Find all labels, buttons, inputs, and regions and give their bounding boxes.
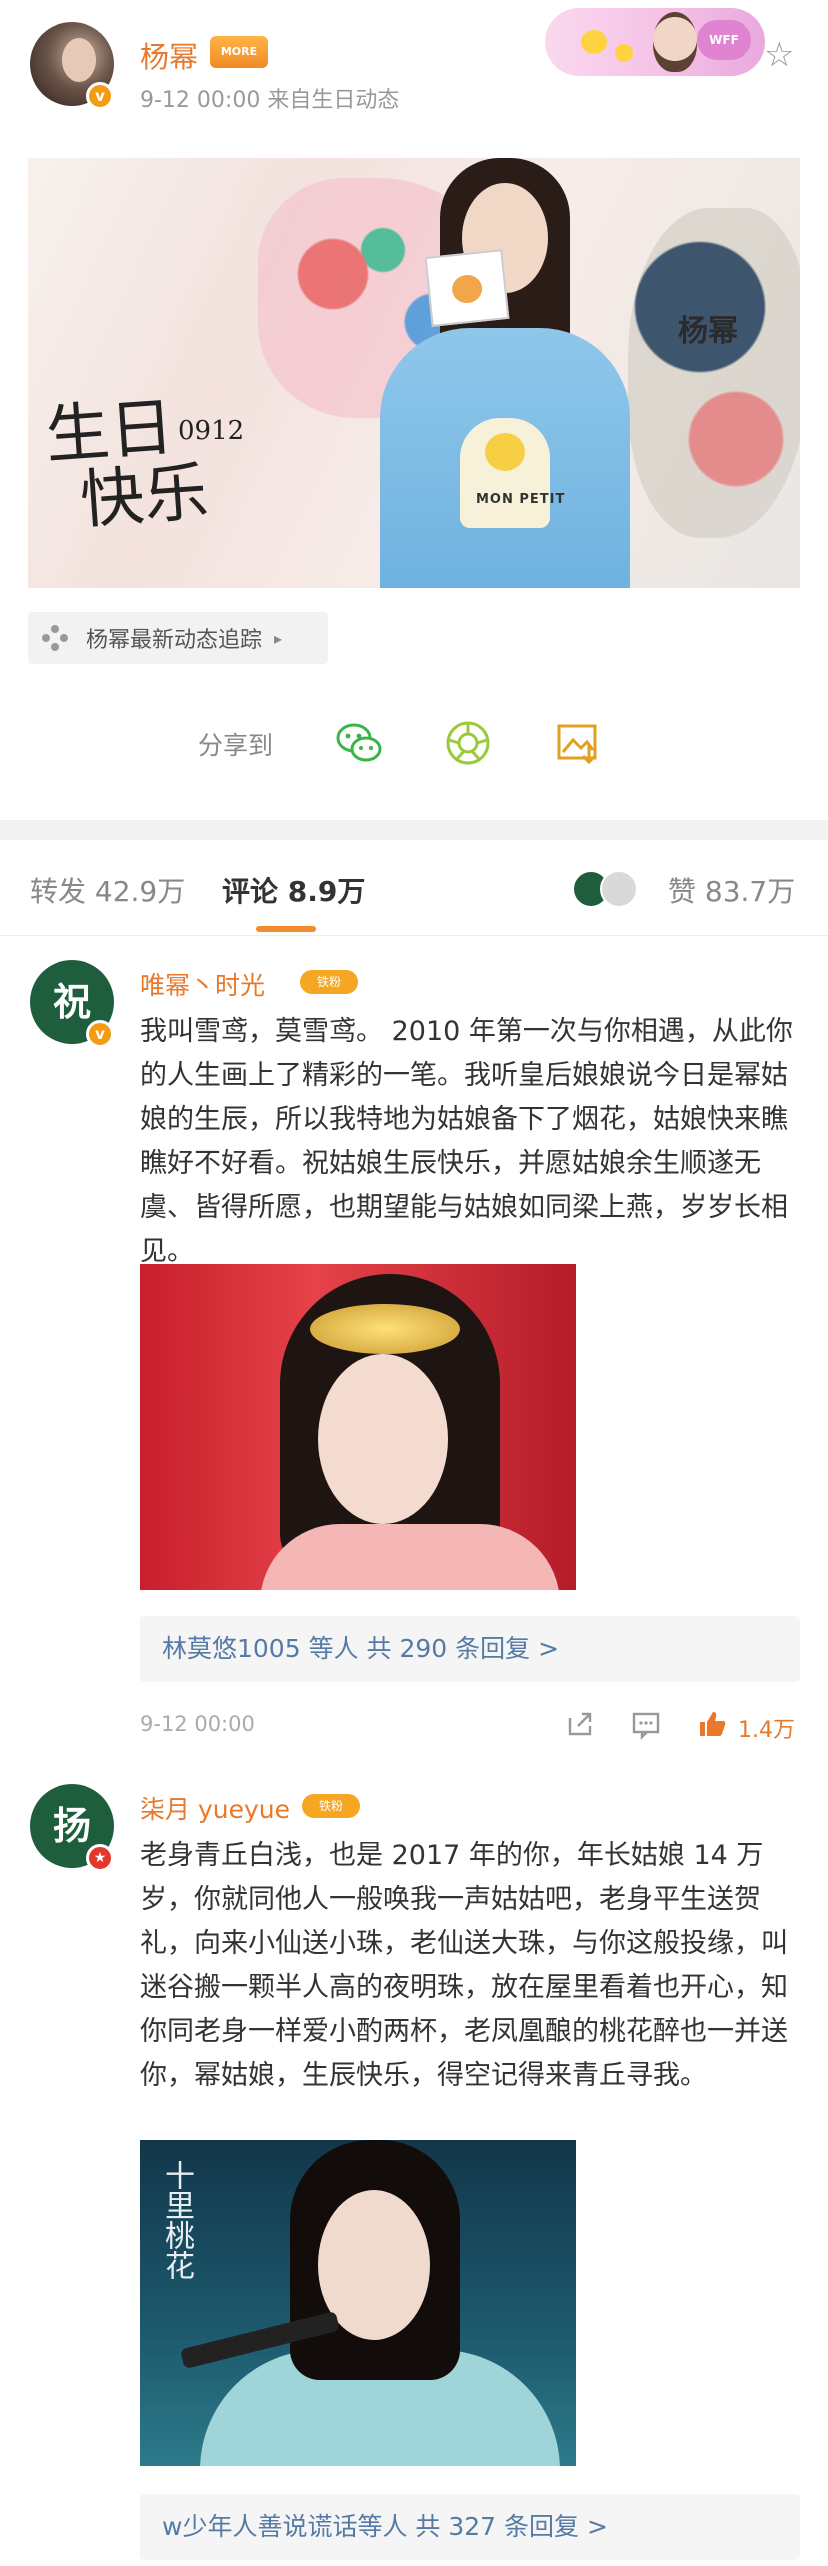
comment-footer: 9-12 00:00 1.4万 <box>140 1706 800 1746</box>
replies-link[interactable]: w少年人善说谎话等人 共 327 条回复 > <box>140 2494 800 2560</box>
banner-person: MON PETIT <box>380 158 630 588</box>
share-label: 分享到 <box>198 731 274 760</box>
postcard <box>424 249 510 327</box>
active-tab-indicator <box>256 926 316 932</box>
interaction-tabs: 转发 42.9万 评论 8.9万 赞 83.7万 <box>0 840 828 936</box>
favorite-star-icon[interactable]: ☆ <box>764 38 794 72</box>
verified-badge-icon: v <box>86 1020 114 1048</box>
banner-title: 生日 快乐 <box>43 390 211 539</box>
sticker-banner[interactable]: WFF <box>545 8 765 76</box>
banner-date: 0912 <box>178 416 245 446</box>
comment-item: 扬 ★ 柒月 yueyue 铁粉 老身青丘白浅，也是 2017 年的你，年长姑娘… <box>0 1784 828 2566</box>
tracking-label: 杨幂最新动态追踪 <box>86 628 263 653</box>
replies-link[interactable]: 林莫悠1005 等人 共 290 条回复 > <box>140 1616 800 1682</box>
commenter-name[interactable]: 唯幂丶时光 <box>140 966 265 1002</box>
comment-item: 祝 v 唯幂丶时光 铁粉 我叫雪鸢，莫雪鸢。 2010 年第一次与你相遇，从此你… <box>0 960 828 1750</box>
vip-crown-icon: MORE <box>210 36 268 68</box>
comment-photo[interactable] <box>140 1264 576 1590</box>
star-badge-icon: ★ <box>86 1844 114 1872</box>
commenter-name[interactable]: 柒月 yueyue <box>140 1790 290 1826</box>
like-count: 1.4万 <box>738 1718 795 1743</box>
tab-repost[interactable]: 转发 42.9万 <box>30 870 185 910</box>
comment-text: 我叫雪鸢，莫雪鸢。 2010 年第一次与你相遇，从此你的人生画上了精彩的一笔。我… <box>140 1016 793 1267</box>
post-header: v 杨幂 MORE 9-12 00:00 来自生日动态 WFF ☆ <box>0 0 828 150</box>
chick-sticker-icon <box>581 30 607 54</box>
section-divider <box>0 820 828 840</box>
verified-badge-icon: v <box>86 82 114 110</box>
wechat-icon[interactable] <box>334 718 384 768</box>
sticker-tag: WFF <box>697 20 751 60</box>
liker-avatar <box>600 870 638 908</box>
scribble-art <box>628 208 800 538</box>
post-banner-image[interactable]: MON PETIT 生日 快乐 0912 杨幂 <box>28 158 800 588</box>
thumbs-up-icon[interactable] <box>696 1708 728 1740</box>
sweater-print-text: MON PETIT <box>476 492 566 507</box>
comment-photo[interactable]: 十里桃花 <box>140 2140 576 2466</box>
fan-level-badge: 铁粉 <box>300 970 358 994</box>
save-image-icon[interactable] <box>553 718 603 768</box>
post-meta: 9-12 00:00 来自生日动态 <box>140 88 400 113</box>
author-name[interactable]: 杨幂 <box>140 34 198 76</box>
share-icon[interactable] <box>564 1708 596 1740</box>
loading-dots-icon <box>42 625 68 651</box>
comment-time: 9-12 00:00 <box>140 1712 255 1736</box>
photo-caption: 十里桃花 <box>159 2160 194 2280</box>
chevron-right-icon: ▸ <box>274 628 283 648</box>
portrait-sticker <box>653 12 697 72</box>
moments-icon[interactable] <box>443 718 493 768</box>
tab-likes[interactable]: 赞 83.7万 <box>668 870 795 910</box>
share-row: 分享到 <box>0 710 828 774</box>
fan-level-badge: 铁粉 <box>302 1794 360 1818</box>
comment-text: 老身青丘白浅，也是 2017 年的你，年长姑娘 14 万岁，你就同他人一般唤我一… <box>140 1840 788 2091</box>
chick-sticker-icon <box>615 44 633 62</box>
reply-icon[interactable] <box>630 1708 662 1740</box>
tab-comments[interactable]: 评论 8.9万 <box>222 870 365 910</box>
tracking-chip[interactable]: 杨幂最新动态追踪 ▸ <box>28 612 328 664</box>
banner-signature: 杨幂 <box>678 314 738 349</box>
